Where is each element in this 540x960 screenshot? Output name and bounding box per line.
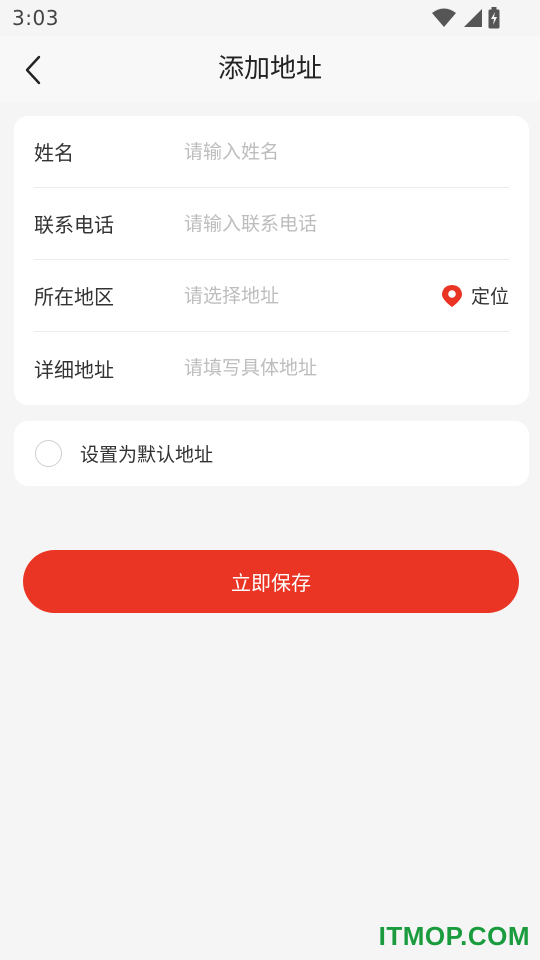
battery-icon: [488, 7, 500, 29]
back-button[interactable]: [14, 50, 54, 90]
default-address-label: 设置为默认地址: [80, 444, 214, 466]
signal-icon: [464, 9, 482, 27]
chevron-left-icon: [25, 55, 41, 85]
region-select[interactable]: [184, 275, 431, 316]
page-title: 添加地址: [217, 54, 322, 84]
locate-label: 定位: [470, 286, 509, 308]
header: 添加地址: [0, 36, 540, 102]
wifi-icon: [432, 8, 456, 27]
name-label: 姓名: [34, 141, 74, 165]
name-row: 姓名: [34, 116, 509, 188]
status-bar: 3:03: [0, 0, 540, 36]
watermark-logo: ITMOP.COM: [378, 921, 530, 951]
address-form-card: 姓名 联系电话 所在地区 定位 详细地址: [14, 116, 529, 405]
status-icons: [432, 7, 500, 29]
default-address-card: 设置为默认地址: [14, 421, 529, 486]
detail-row: 详细地址: [34, 332, 509, 404]
default-address-radio[interactable]: [35, 440, 62, 467]
location-pin-icon: [441, 284, 462, 307]
region-row: 所在地区 定位: [34, 260, 509, 332]
detail-label: 详细地址: [34, 357, 114, 382]
status-time: 3:03: [12, 6, 59, 30]
locate-button[interactable]: 定位: [441, 282, 509, 309]
phone-row: 联系电话: [34, 188, 509, 260]
phone-input[interactable]: [184, 203, 509, 244]
region-label: 所在地区: [34, 285, 114, 309]
detail-input[interactable]: [184, 348, 509, 388]
save-button[interactable]: 立即保存: [23, 550, 519, 613]
name-input[interactable]: [184, 131, 509, 172]
phone-label: 联系电话: [34, 213, 114, 237]
